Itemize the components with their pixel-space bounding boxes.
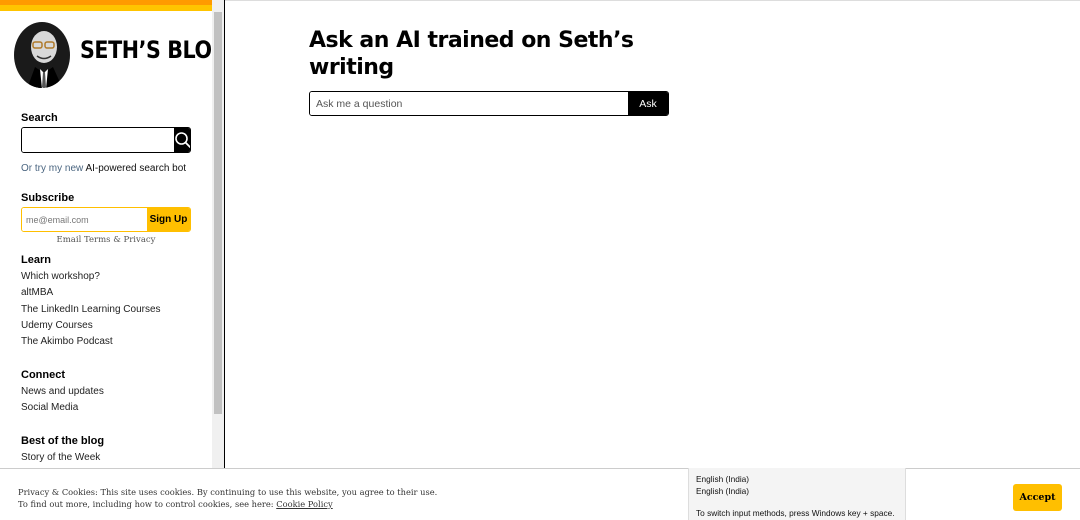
question-input[interactable] <box>310 92 628 115</box>
sidebar: SETH’S BLOG Search Or try my new AI-powe… <box>0 0 212 468</box>
learn-heading: Learn <box>21 254 51 266</box>
cookie-line-1: Privacy & Cookies: This site uses cookie… <box>18 487 438 497</box>
learn-link-linkedin[interactable]: The LinkedIn Learning Courses <box>21 304 161 315</box>
page-title: Ask an AI trained on Seth’s writing <box>309 28 634 80</box>
accept-button[interactable]: Accept <box>1013 484 1062 511</box>
best-link-story[interactable]: Story of the Week <box>21 452 100 463</box>
ime-language-1[interactable]: English (India) <box>696 474 905 486</box>
cookie-banner: Privacy & Cookies: This site uses cookie… <box>0 468 1080 520</box>
cookie-line-2: To find out more, including how to contr… <box>18 499 277 509</box>
ai-search-link[interactable]: AI-powered search bot <box>85 163 186 174</box>
search-form <box>21 127 191 153</box>
search-button[interactable] <box>174 128 190 152</box>
subscribe-form: Sign Up <box>21 207 191 232</box>
input-method-popup: English (India) English (India) To switc… <box>688 468 906 520</box>
sidebar-divider <box>224 0 225 468</box>
learn-link-workshop[interactable]: Which workshop? <box>21 271 100 282</box>
ask-form: Ask <box>309 91 669 116</box>
top-border <box>225 0 1080 1</box>
email-terms-link[interactable]: Email Terms & Privacy <box>21 235 191 245</box>
author-portrait-logo[interactable] <box>13 21 71 89</box>
search-heading: Search <box>21 112 58 124</box>
ai-search-line: Or try my new AI-powered search bot <box>21 163 186 174</box>
scrollbar-thumb[interactable] <box>214 12 222 414</box>
subscribe-heading: Subscribe <box>21 192 75 204</box>
cookie-text: Privacy & Cookies: This site uses cookie… <box>18 486 437 510</box>
blog-title[interactable]: SETH’S BLOG <box>80 36 212 64</box>
email-field[interactable] <box>22 208 147 231</box>
learn-link-udemy[interactable]: Udemy Courses <box>21 320 93 331</box>
connect-link-news[interactable]: News and updates <box>21 386 104 397</box>
connect-link-social[interactable]: Social Media <box>21 402 78 413</box>
ime-language-2[interactable]: English (India) <box>696 486 905 498</box>
search-input[interactable] <box>22 128 174 152</box>
sidebar-scrollbar[interactable] <box>212 0 224 468</box>
learn-link-akimbo[interactable]: The Akimbo Podcast <box>21 336 113 347</box>
ask-button[interactable]: Ask <box>628 92 668 115</box>
search-icon <box>175 132 190 149</box>
connect-heading: Connect <box>21 369 65 381</box>
ai-search-prefix: Or try my new <box>21 163 86 174</box>
ime-hint: To switch input methods, press Windows k… <box>696 508 895 518</box>
learn-link-altmba[interactable]: altMBA <box>21 287 53 298</box>
best-heading: Best of the blog <box>21 435 105 447</box>
cookie-policy-link[interactable]: Cookie Policy <box>276 499 332 509</box>
sign-up-button[interactable]: Sign Up <box>147 208 190 231</box>
top-color-bar <box>0 0 212 12</box>
